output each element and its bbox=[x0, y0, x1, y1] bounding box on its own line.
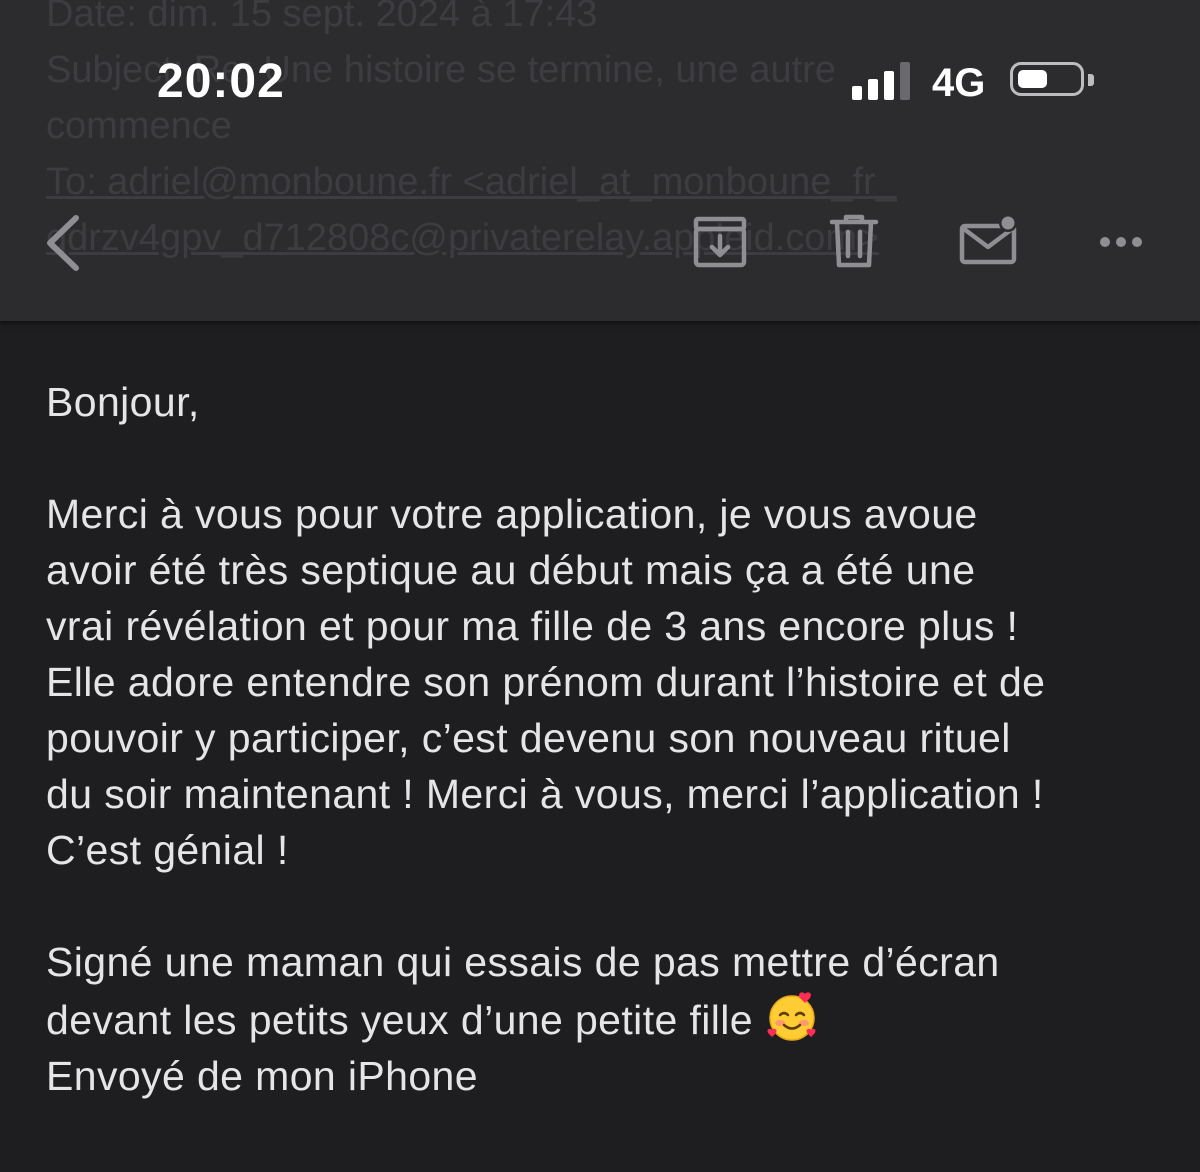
more-button[interactable] bbox=[1096, 226, 1146, 256]
mark-unread-button[interactable] bbox=[958, 212, 1020, 268]
envelope-unread-icon bbox=[959, 214, 1017, 265]
email-line: Elle adore entendre son prénom durant l’… bbox=[46, 659, 1046, 705]
trash-button[interactable] bbox=[828, 212, 880, 270]
chevron-left-icon bbox=[47, 215, 79, 271]
sent-from-line: Envoyé de mon iPhone bbox=[46, 1053, 478, 1099]
email-line: avoir été très septique au début mais ça… bbox=[46, 547, 976, 593]
mail-screen: Date: dim. 15 sept. 2024 à 17:43 Subject… bbox=[0, 0, 1200, 1172]
email-line: Merci à vous pour votre application, je … bbox=[46, 491, 978, 537]
ghost-date-line: Date: dim. 15 sept. 2024 à 17:43 bbox=[46, 0, 598, 35]
email-line: du soir maintenant ! Merci à vous, merci… bbox=[46, 771, 1044, 817]
battery-tip bbox=[1088, 74, 1094, 86]
email-line: pouvoir y participer, c’est devenu son n… bbox=[46, 715, 1011, 761]
signature-line-with-emoji: devant les petits yeux d’une petite fill… bbox=[46, 990, 1176, 1048]
email-greeting: Bonjour, bbox=[46, 379, 200, 425]
ellipsis-icon bbox=[1100, 237, 1142, 247]
signature-text: devant les petits yeux d’une petite fill… bbox=[46, 997, 753, 1043]
email-line: C’est génial ! bbox=[46, 827, 289, 873]
back-button[interactable] bbox=[40, 212, 86, 274]
smiling-face-with-hearts-icon bbox=[767, 992, 816, 1041]
status-time: 20:02 bbox=[157, 55, 285, 108]
message-header: Date: dim. 15 sept. 2024 à 17:43 Subject… bbox=[0, 0, 1200, 321]
email-body: Bonjour, Merci à vous pour votre applica… bbox=[46, 374, 1176, 1104]
ghost-to-line: To: adriel@monboune.fr <adriel_at_monbou… bbox=[46, 161, 897, 203]
archive-box-icon bbox=[693, 216, 747, 268]
battery-fill bbox=[1018, 70, 1047, 88]
email-line: vrai révélation et pour ma fille de 3 an… bbox=[46, 603, 1019, 649]
network-type: 4G bbox=[932, 61, 986, 105]
archive-button[interactable] bbox=[692, 214, 748, 270]
cellular-signal-icon bbox=[852, 62, 912, 100]
trash-icon bbox=[829, 214, 879, 268]
signature-line: Signé une maman qui essais de pas mettre… bbox=[46, 939, 1000, 985]
battery-icon bbox=[1010, 62, 1084, 96]
